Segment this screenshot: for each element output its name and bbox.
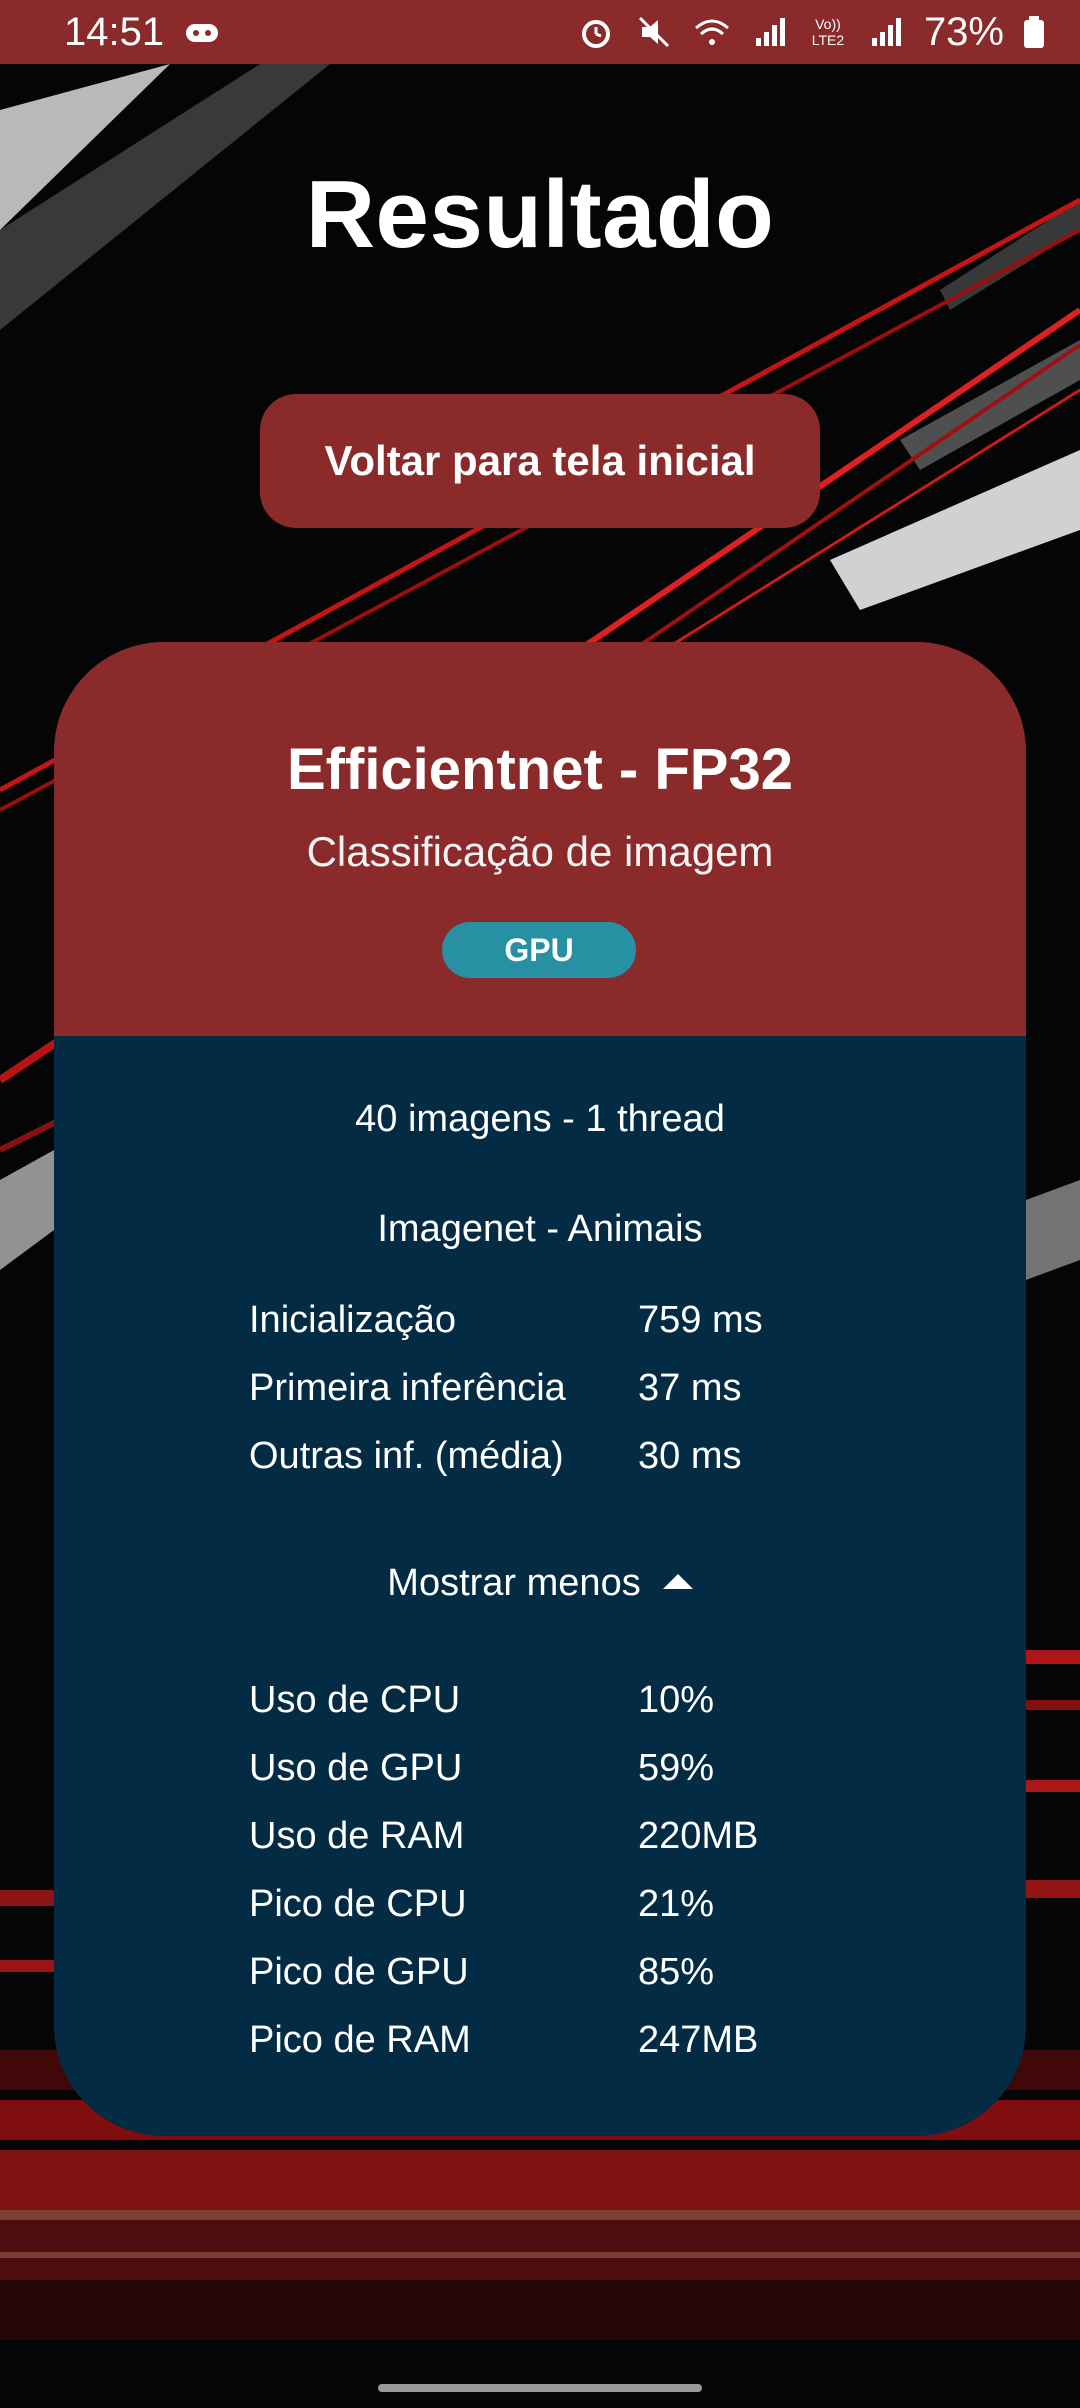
status-time: 14:51 xyxy=(64,9,165,54)
timing-metrics: Inicialização 759 ms Primeira inferência… xyxy=(249,1286,869,1490)
alarm-icon xyxy=(576,12,616,52)
metric-label: Pico de RAM xyxy=(249,2018,471,2061)
metric-value: 37 ms xyxy=(638,1366,742,1409)
metric-value: 759 ms xyxy=(638,1298,763,1341)
toggle-label: Mostrar menos xyxy=(387,1562,641,1604)
result-card: Efficientnet - FP32 Classificação de ima… xyxy=(54,642,1026,2136)
metric-row: Pico de GPU 85% xyxy=(249,1938,869,2006)
metric-value: 10% xyxy=(638,1678,715,1721)
battery-icon xyxy=(1022,12,1046,52)
mute-icon xyxy=(634,12,674,52)
back-to-home-button[interactable]: Voltar para tela inicial xyxy=(260,394,820,528)
metric-value: 30 ms xyxy=(638,1434,742,1477)
caret-up-icon xyxy=(662,1574,693,1589)
metric-label: Uso de GPU xyxy=(249,1746,463,1789)
metric-label: Uso de RAM xyxy=(249,1814,465,1857)
metric-label: Pico de GPU xyxy=(249,1950,469,1993)
signal-icon xyxy=(750,12,790,52)
signal-icon-2 xyxy=(866,12,906,52)
metric-value: 247MB xyxy=(638,2018,759,2061)
metric-row: Pico de CPU 21% xyxy=(249,1870,869,1938)
gesture-navigation-handle[interactable] xyxy=(378,2384,702,2392)
metric-label: Outras inf. (média) xyxy=(249,1434,564,1477)
device-badge: GPU xyxy=(442,922,636,978)
card-body: 40 imagens - 1 thread Imagenet - Animais… xyxy=(54,1036,1026,2136)
metric-value: 220MB xyxy=(638,1814,759,1857)
metric-row: Inicialização 759 ms xyxy=(249,1286,869,1354)
dataset-name: Imagenet - Animais xyxy=(377,1208,703,1250)
metric-value: 85% xyxy=(638,1950,715,1993)
battery-percentage: 73% xyxy=(923,9,1004,54)
metric-label: Primeira inferência xyxy=(249,1366,566,1409)
metric-row: Uso de CPU 10% xyxy=(249,1666,869,1734)
metric-row: Primeira inferência 37 ms xyxy=(249,1354,869,1422)
show-less-toggle[interactable]: Mostrar menos xyxy=(54,1562,1026,1605)
metric-row: Uso de RAM 220MB xyxy=(249,1802,869,1870)
game-notification-icon xyxy=(182,12,222,52)
run-info: 40 imagens - 1 thread xyxy=(355,1098,725,1140)
network-type-label: Vo)) LTE2 xyxy=(811,16,845,48)
metric-row: Uso de GPU 59% xyxy=(249,1734,869,1802)
metric-label: Uso de CPU xyxy=(249,1678,461,1721)
metric-row: Outras inf. (média) 30 ms xyxy=(249,1422,869,1490)
task-type: Classificação de imagem xyxy=(306,828,774,875)
metric-value: 21% xyxy=(638,1882,715,1925)
metric-value: 59% xyxy=(638,1746,715,1789)
model-name: Efficientnet - FP32 xyxy=(287,737,793,802)
metric-label: Pico de CPU xyxy=(249,1882,467,1925)
resource-metrics: Uso de CPU 10% Uso de GPU 59% Uso de RAM… xyxy=(249,1666,869,2074)
card-header: Efficientnet - FP32 Classificação de ima… xyxy=(54,642,1026,1036)
metric-row: Pico de RAM 247MB xyxy=(249,2006,869,2074)
wifi-icon xyxy=(692,12,732,52)
page-title: Resultado xyxy=(305,161,775,268)
status-bar: 14:51 Vo)) LTE2 73% xyxy=(0,0,1080,64)
metric-label: Inicialização xyxy=(249,1298,456,1341)
